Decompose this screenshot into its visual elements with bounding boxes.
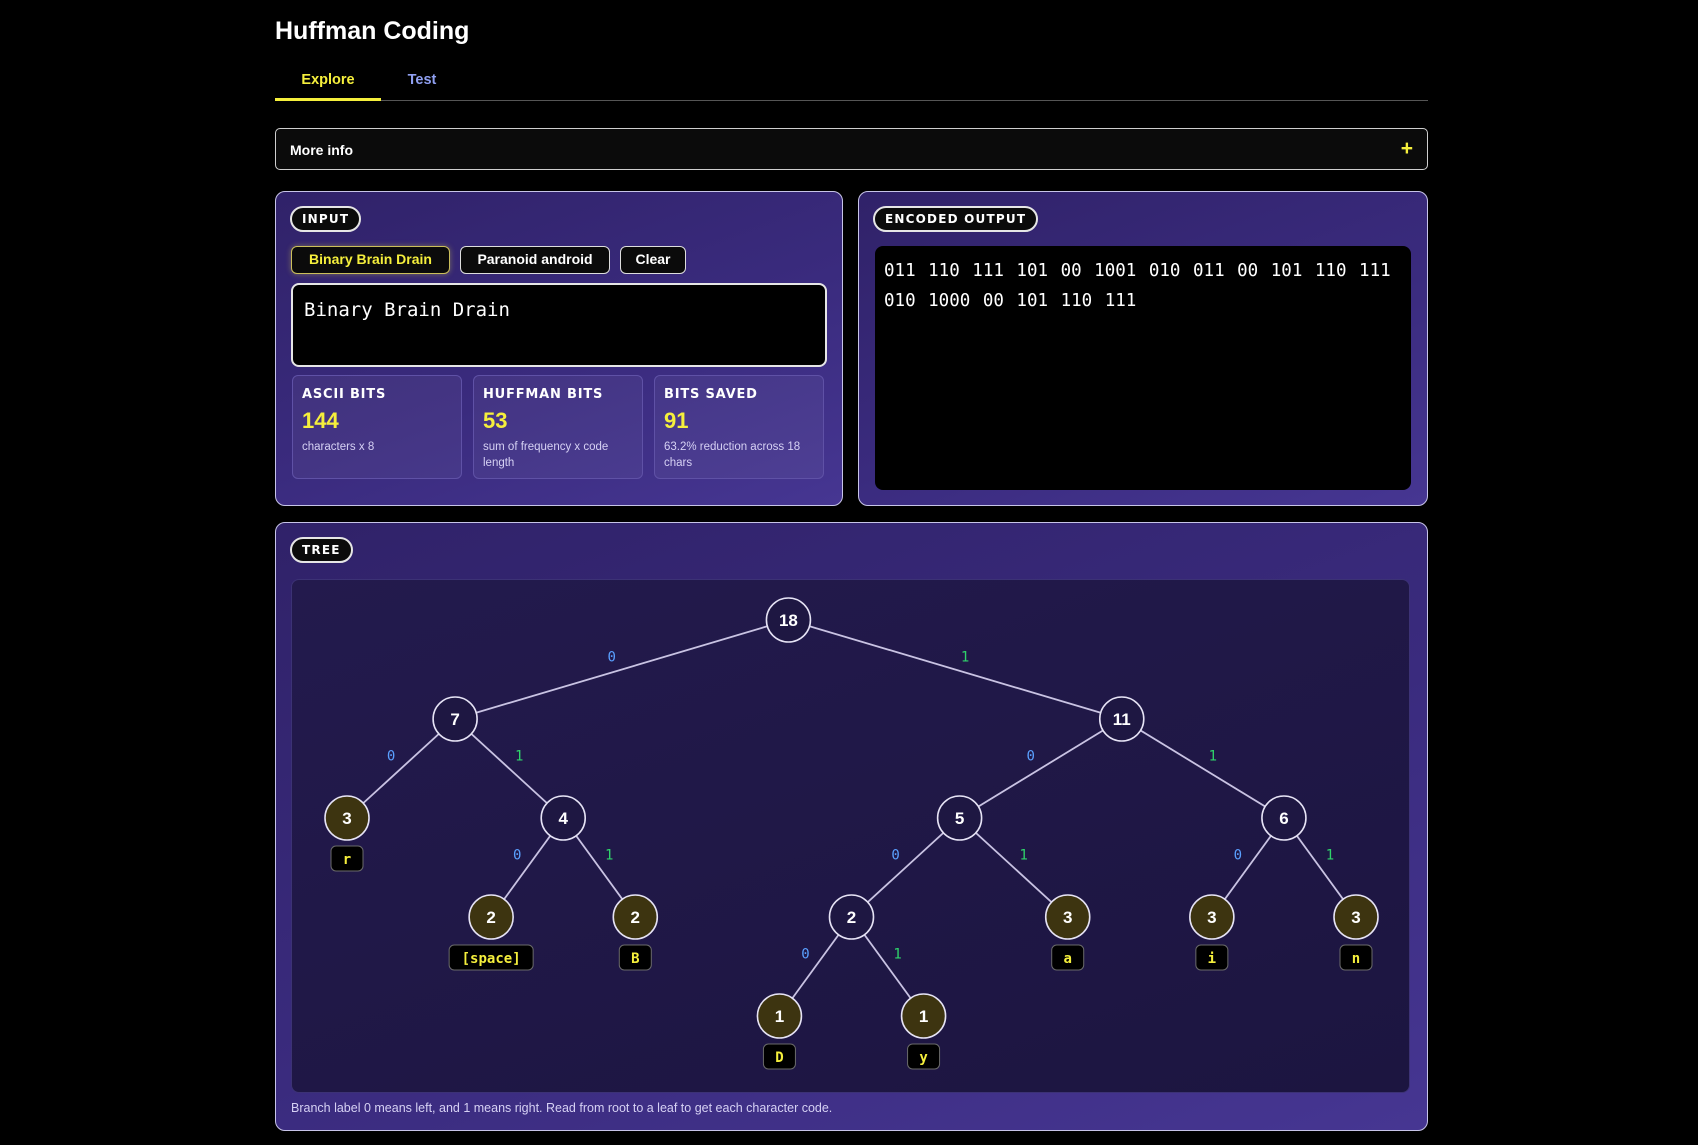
tab-test[interactable]: Test (381, 62, 463, 101)
node-weight: 11 (1113, 710, 1131, 729)
node-weight: 2 (847, 908, 856, 927)
more-info-accordion[interactable]: More info + (275, 128, 1428, 170)
node-weight: 3 (342, 809, 351, 828)
stat-ascii-bits: ASCII BITS 144 characters x 8 (292, 375, 462, 479)
stat-value: 91 (664, 408, 689, 433)
branch-label-one: 1 (961, 650, 969, 666)
node-weight: 3 (1063, 908, 1072, 927)
branch-label-one: 1 (1209, 749, 1217, 765)
tree-edge (959, 718, 1123, 819)
branch-label-zero: 0 (387, 749, 395, 765)
leaf-char: B (631, 951, 639, 967)
output-panel-title: ENCODED OUTPUT (873, 206, 1039, 232)
node-weight: 18 (779, 611, 798, 630)
tree-caption: Branch label 0 means left, and 1 means r… (291, 1101, 833, 1115)
input-panel: INPUT Binary Brain Drain Paranoid androi… (275, 191, 843, 506)
branch-label-zero: 0 (801, 947, 809, 963)
stat-value: 144 (302, 408, 339, 433)
encoded-output: 011 110 111 101 00 1001 010 011 00 101 1… (875, 246, 1411, 490)
branch-label-zero: 0 (513, 848, 521, 864)
tree-nodes: 3r2[space]2B471D1y2 3a53i3n61118 (324, 597, 1379, 1070)
tab-bar: Explore Test (275, 62, 1428, 101)
tree-panel-title: TREE (290, 537, 353, 563)
tree-panel: TREE 0 0 1 0 1 1 0 0 0 1 1 1 0 1 3 r 2 [space] 2 B 4 7 1 D 1 y 2 3 a… (275, 522, 1428, 1131)
branch-label-zero: 0 (891, 848, 899, 864)
tab-explore[interactable]: Explore (275, 62, 381, 101)
stat-value: 53 (483, 408, 508, 433)
stat-description: 63.2% reduction across 18 chars (664, 441, 801, 469)
node-weight: 1 (775, 1007, 784, 1026)
branch-label-zero: 0 (1234, 848, 1242, 864)
clear-button[interactable]: Clear (620, 246, 686, 274)
app-title: Huffman Coding (275, 17, 470, 45)
branch-label-one: 1 (893, 947, 901, 963)
tree-canvas: 0 0 1 0 1 1 0 0 0 1 1 1 0 1 3 r 2 [space] 2 B 4 7 1 D 1 y 2 3 a 5 3 i 3 n… (291, 579, 1410, 1093)
branch-label-one: 1 (605, 848, 613, 864)
stat-description: sum of frequency x code length (483, 441, 609, 469)
leaf-char: n (1352, 951, 1360, 967)
preset-paranoid-android-button[interactable]: Paranoid android (460, 246, 610, 274)
stat-label: BITS SAVED (664, 387, 758, 402)
output-panel: ENCODED OUTPUT 011 110 111 101 00 1001 0… (858, 191, 1428, 506)
stat-bits-saved: BITS SAVED 91 63.2% reduction across 18 … (654, 375, 824, 479)
branch-label-zero: 0 (608, 650, 616, 666)
stat-huffman-bits: HUFFMAN BITS 53 sum of frequency x code … (473, 375, 643, 479)
leaf-char: [space] (462, 951, 521, 967)
leaf-char: y (919, 1050, 928, 1066)
branch-label-one: 1 (1326, 848, 1334, 864)
stat-label: ASCII BITS (302, 387, 387, 402)
leaf-char: D (775, 1050, 783, 1066)
input-panel-title: INPUT (290, 206, 362, 232)
expand-plus-icon[interactable]: + (1401, 137, 1413, 161)
node-weight: 2 (486, 908, 495, 927)
node-weight: 6 (1279, 809, 1288, 828)
node-weight: 1 (919, 1007, 928, 1026)
node-weight: 2 (631, 908, 640, 927)
branch-label-zero: 0 (1026, 749, 1034, 765)
leaf-char: r (343, 852, 351, 868)
leaf-char: a (1063, 951, 1071, 967)
more-info-label: More info (290, 142, 353, 158)
input-text-field[interactable]: Binary Brain Drain (291, 283, 827, 367)
node-weight: 3 (1207, 908, 1216, 927)
stat-label: HUFFMAN BITS (483, 387, 604, 402)
stat-description: characters x 8 (302, 441, 375, 453)
tree-edge (454, 619, 789, 720)
huffman-tree: 00 10 11000 1110 13r2[space]2B471D1y2 3a53i3n… (324, 597, 1379, 1070)
node-weight: 7 (450, 710, 459, 729)
node-weight: 5 (955, 809, 964, 828)
node-weight: 4 (558, 809, 568, 828)
leaf-char: i (1208, 951, 1216, 967)
branch-label-one: 1 (515, 749, 523, 765)
tree-edge (788, 619, 1123, 720)
preset-binary-brain-drain-button[interactable]: Binary Brain Drain (291, 246, 450, 274)
branch-label-one: 1 (1019, 848, 1027, 864)
node-weight: 3 (1351, 908, 1360, 927)
tree-edge (1121, 718, 1285, 819)
